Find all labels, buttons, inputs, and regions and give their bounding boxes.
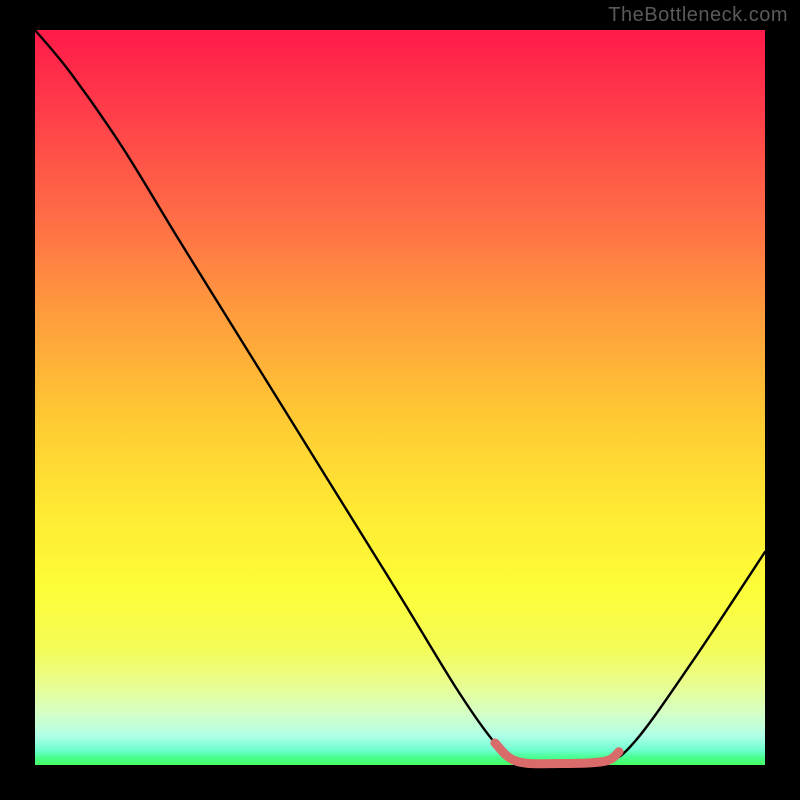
chart-frame: TheBottleneck.com xyxy=(0,0,800,800)
highlight-curve xyxy=(495,743,619,764)
main-curve xyxy=(35,30,765,764)
watermark-text: TheBottleneck.com xyxy=(608,4,788,27)
chart-svg xyxy=(35,30,765,765)
plot-area xyxy=(35,30,765,765)
